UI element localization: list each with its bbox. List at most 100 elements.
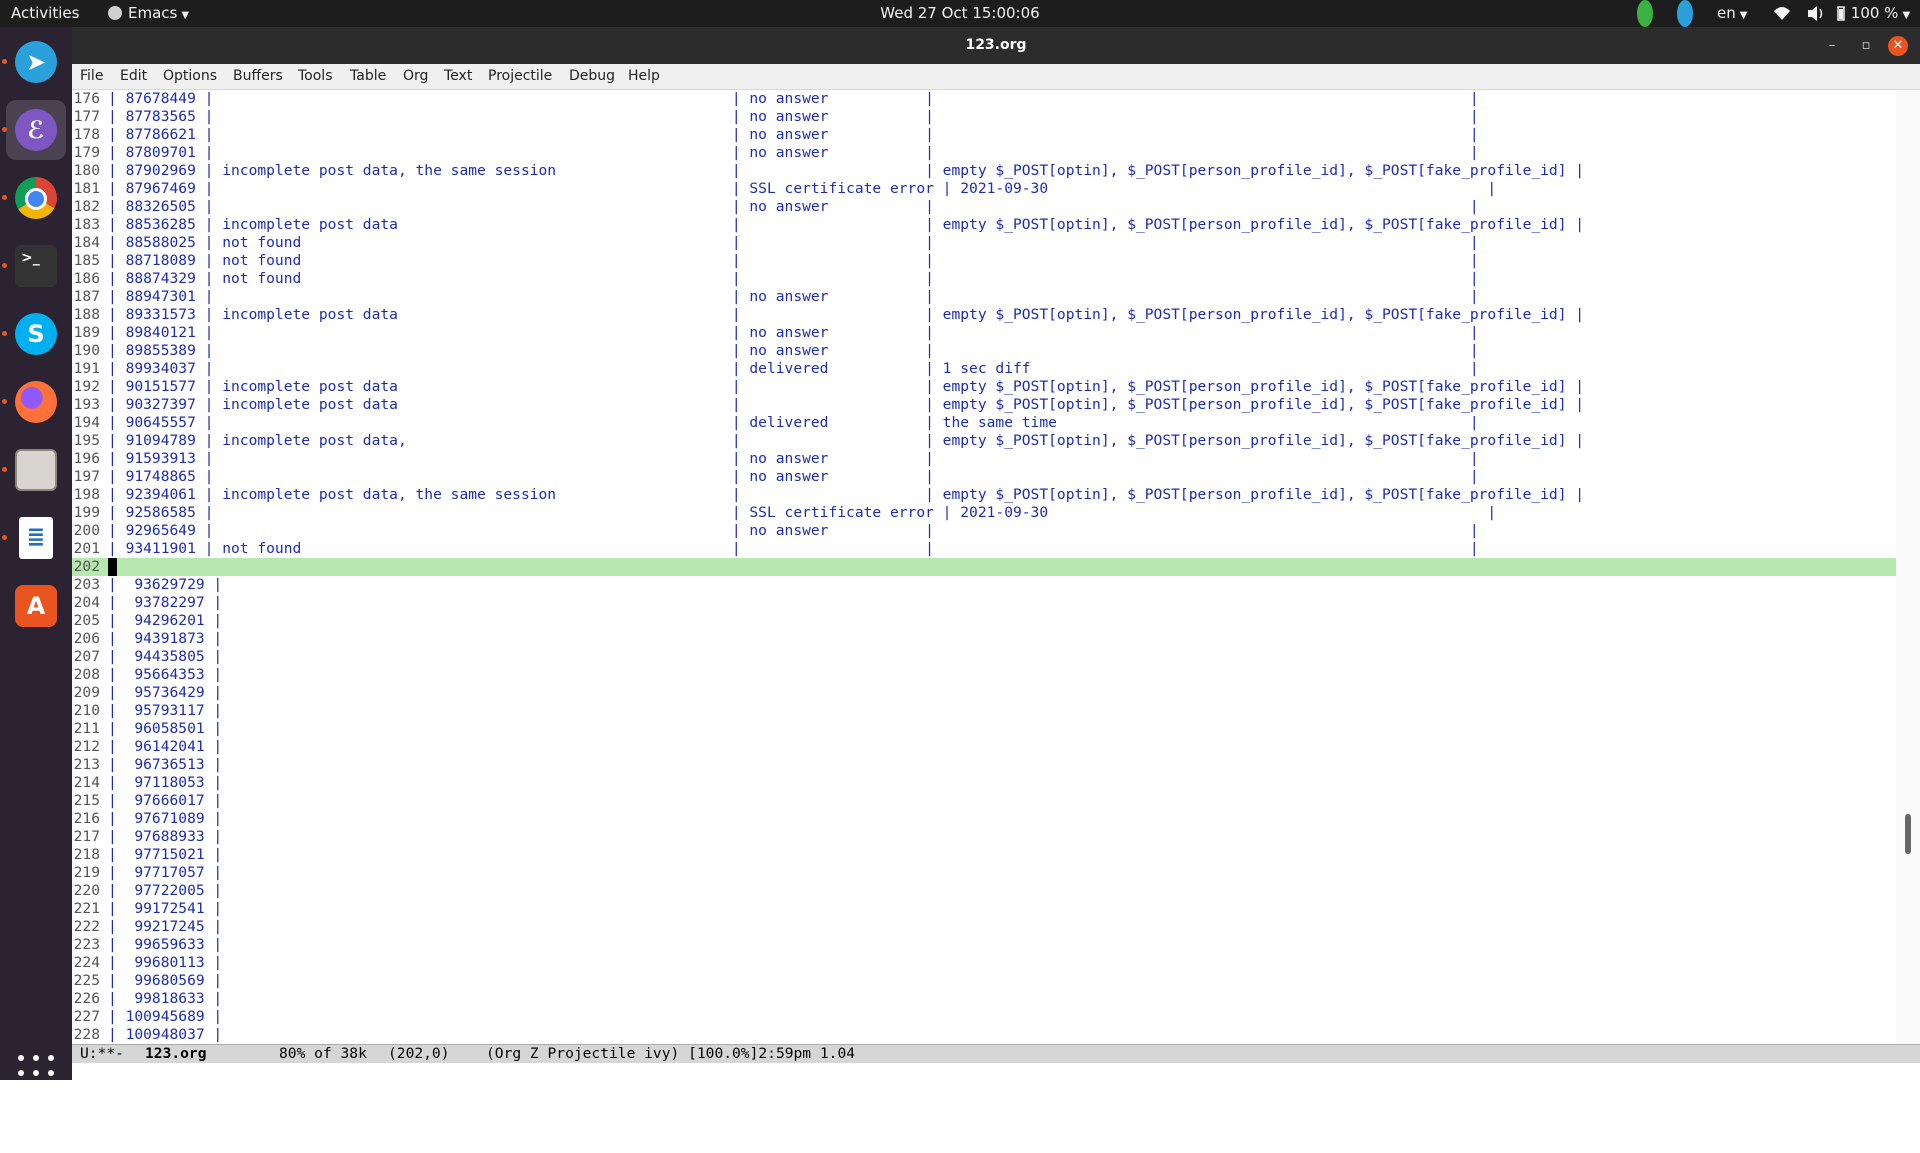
buffer-line[interactable]: 176 | 87678449 | | no answer | | <box>72 90 1896 108</box>
buffer-line[interactable]: 225 | 99680569 | <box>72 972 1896 990</box>
line-text: | 93411901 | not found | | | <box>108 540 1479 557</box>
buffer-line[interactable]: 221 | 99172541 | <box>72 900 1896 918</box>
buffer-line[interactable]: 203 | 93629729 | <box>72 576 1896 594</box>
echo-area[interactable] <box>72 1063 1920 1080</box>
menu-projectile[interactable]: Projectile <box>488 64 552 89</box>
menu-tools[interactable]: Tools <box>298 64 333 89</box>
dock-item-firefox[interactable] <box>2 372 66 432</box>
buffer-line[interactable]: 187 | 88947301 | | no answer | | <box>72 288 1896 306</box>
buffer-line[interactable]: 197 | 91748865 | | no answer | | <box>72 468 1896 486</box>
dock-item-writer[interactable]: ≣ <box>2 508 66 568</box>
scrollbar-thumb[interactable] <box>1905 814 1911 854</box>
battery-indicator[interactable]: 100 % ▼ <box>1836 0 1910 27</box>
line-text: | 94435805 | <box>108 648 223 665</box>
buffer-line[interactable]: 188 | 89331573 | incomplete post data | |… <box>72 306 1896 324</box>
buffer-line[interactable]: 217 | 97688933 | <box>72 828 1896 846</box>
minimize-icon[interactable]: – <box>1822 36 1842 56</box>
dock-item-telegram[interactable]: ➤ <box>2 32 66 92</box>
editor-buffer[interactable]: 176 | 87678449 | | no answer | | 177 | 8778… <box>72 90 1896 1044</box>
buffer-line[interactable]: 186 | 88874329 | not found | | | <box>72 270 1896 288</box>
modeline-modes[interactable]: (Org Z Projectile ivy) [100.0%]2:59pm 1.… <box>486 1045 855 1063</box>
buffer-line[interactable]: 193 | 90327397 | incomplete post data | |… <box>72 396 1896 414</box>
buffer-line[interactable]: 179 | 87809701 | | no answer | | <box>72 144 1896 162</box>
line-number: 178 <box>73 126 100 143</box>
buffer-line[interactable]: 199 | 92586585 | | SSL certificate error … <box>72 504 1896 522</box>
buffer-line[interactable]: 206 | 94391873 | <box>72 630 1896 648</box>
buffer-line[interactable]: 181 | 87967469 | | SSL certificate error … <box>72 180 1896 198</box>
buffer-line[interactable]: 189 | 89840121 | | no answer | | <box>72 324 1896 342</box>
buffer-line[interactable]: 184 | 88588025 | not found | | | <box>72 234 1896 252</box>
line-number: 226 <box>73 990 100 1007</box>
telegram-tray-icon[interactable] <box>1677 0 1693 27</box>
buffer-line[interactable]: 194 | 90645557 | | delivered | the same t… <box>72 414 1896 432</box>
maximize-icon[interactable]: ▫ <box>1856 36 1876 56</box>
buffer-line[interactable]: 177 | 87783565 | | no answer | | <box>72 108 1896 126</box>
dock-item-chrome[interactable] <box>2 168 66 228</box>
buffer-line[interactable]: 192 | 90151577 | incomplete post data | |… <box>72 378 1896 396</box>
volume-icon[interactable] <box>1806 0 1826 27</box>
line-number: 218 <box>73 846 100 863</box>
activities-button[interactable]: Activities <box>11 0 79 27</box>
window-titlebar[interactable]: 123.org – ▫ ✕ <box>72 27 1920 64</box>
current-line[interactable]: 202 <box>72 558 1896 576</box>
wifi-icon[interactable] <box>1773 0 1791 27</box>
buffer-line[interactable]: 224 | 99680113 | <box>72 954 1896 972</box>
buffer-line[interactable]: 190 | 89855389 | | no answer | | <box>72 342 1896 360</box>
app-menu[interactable]: Emacs ▼ <box>108 0 189 27</box>
dock-item-skype[interactable]: S <box>2 304 66 364</box>
buffer-line[interactable]: 216 | 97671089 | <box>72 810 1896 828</box>
buffer-line[interactable]: 183 | 88536285 | incomplete post data | |… <box>72 216 1896 234</box>
buffer-line[interactable]: 214 | 97118053 | <box>72 774 1896 792</box>
buffer-line[interactable]: 222 | 99217245 | <box>72 918 1896 936</box>
shield-check-icon[interactable] <box>1637 0 1653 27</box>
buffer-line[interactable]: 209 | 95736429 | <box>72 684 1896 702</box>
buffer-line[interactable]: 207 | 94435805 | <box>72 648 1896 666</box>
buffer-line[interactable]: 201 | 93411901 | not found | | | <box>72 540 1896 558</box>
menu-edit[interactable]: Edit <box>120 64 147 89</box>
menu-debug[interactable]: Debug <box>569 64 615 89</box>
buffer-line[interactable]: 210 | 95793117 | <box>72 702 1896 720</box>
buffer-line[interactable]: 196 | 91593913 | | no answer | | <box>72 450 1896 468</box>
modeline-buffer-name[interactable]: 123.org <box>145 1045 207 1063</box>
buffer-line[interactable]: 205 | 94296201 | <box>72 612 1896 630</box>
buffer-line[interactable]: 215 | 97666017 | <box>72 792 1896 810</box>
buffer-line[interactable]: 182 | 88326505 | | no answer | | <box>72 198 1896 216</box>
buffer-line[interactable]: 211 | 96058501 | <box>72 720 1896 738</box>
buffer-line[interactable]: 218 | 97715021 | <box>72 846 1896 864</box>
buffer-line[interactable]: 195 | 91094789 | incomplete post data, | … <box>72 432 1896 450</box>
buffer-line[interactable]: 204 | 93782297 | <box>72 594 1896 612</box>
buffer-line[interactable]: 180 | 87902969 | incomplete post data, th… <box>72 162 1896 180</box>
line-number: 220 <box>73 882 100 899</box>
buffer-line[interactable]: 219 | 97717057 | <box>72 864 1896 882</box>
dock-item-terminal[interactable]: >_ <box>2 236 66 296</box>
line-text: | 95736429 | <box>108 684 223 701</box>
buffer-line[interactable]: 220 | 97722005 | <box>72 882 1896 900</box>
dock-item-software[interactable]: A <box>6 576 66 636</box>
menu-options[interactable]: Options <box>163 64 217 89</box>
close-icon[interactable]: ✕ <box>1888 36 1908 56</box>
buffer-line[interactable]: 227 | 100945689 | <box>72 1008 1896 1026</box>
menu-help[interactable]: Help <box>628 64 660 89</box>
buffer-line[interactable]: 208 | 95664353 | <box>72 666 1896 684</box>
buffer-line[interactable]: 200 | 92965649 | | no answer | | <box>72 522 1896 540</box>
show-applications-button[interactable] <box>18 1055 54 1091</box>
buffer-line[interactable]: 178 | 87786621 | | no answer | | <box>72 126 1896 144</box>
buffer-line[interactable]: 213 | 96736513 | <box>72 756 1896 774</box>
menu-table[interactable]: Table <box>350 64 386 89</box>
buffer-line[interactable]: 228 | 100948037 | <box>72 1026 1896 1044</box>
menu-org[interactable]: Org <box>403 64 428 89</box>
menu-text[interactable]: Text <box>444 64 472 89</box>
clock[interactable]: Wed 27 Oct 15:00:06 <box>880 4 1039 22</box>
menu-file[interactable]: File <box>80 64 103 89</box>
dock-item-emacs[interactable]: ℰ <box>2 100 66 160</box>
buffer-line[interactable]: 226 | 99818633 | <box>72 990 1896 1008</box>
buffer-line[interactable]: 191 | 89934037 | | delivered | 1 sec diff… <box>72 360 1896 378</box>
dock-item-files[interactable] <box>2 440 66 500</box>
language-indicator[interactable]: en ▼ <box>1717 0 1747 27</box>
buffer-line[interactable]: 223 | 99659633 | <box>72 936 1896 954</box>
scrollbar[interactable] <box>1896 90 1920 1044</box>
menu-buffers[interactable]: Buffers <box>233 64 283 89</box>
buffer-line[interactable]: 185 | 88718089 | not found | | | <box>72 252 1896 270</box>
buffer-line[interactable]: 212 | 96142041 | <box>72 738 1896 756</box>
buffer-line[interactable]: 198 | 92394061 | incomplete post data, th… <box>72 486 1896 504</box>
